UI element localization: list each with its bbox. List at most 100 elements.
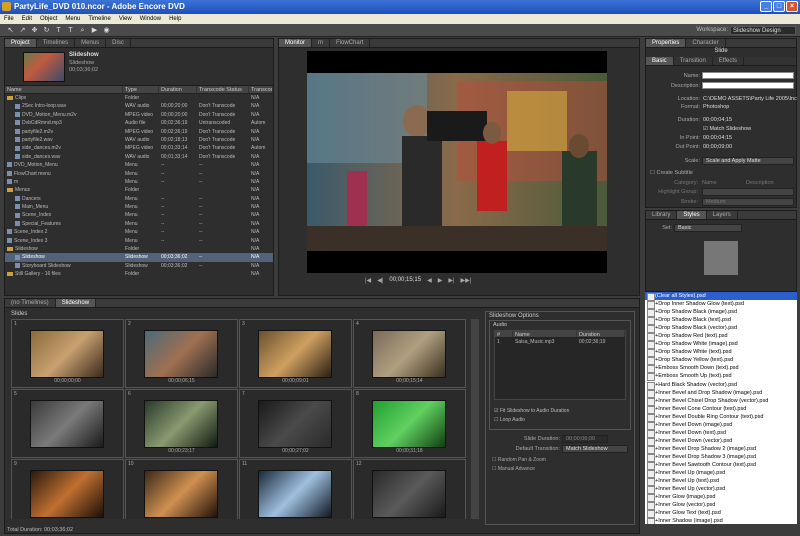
project-row[interactable]: Storyboard Slideshow Slideshow 00;03;36;02…	[5, 262, 273, 270]
style-item[interactable]: +Drop Shadow Black (text).psd	[645, 316, 797, 326]
style-item[interactable]: +Inner Bevel Down (text).psd	[645, 429, 797, 438]
project-row[interactable]: partyfile2.m2v MPEG video 00;02;36;19 Don't…	[5, 128, 273, 136]
style-item[interactable]: +Inner Shadow (image).psd	[645, 517, 797, 524]
project-row[interactable]: Menus Folder N/A	[5, 186, 273, 194]
style-item[interactable]: +Inner Glow Text (text).psd	[645, 509, 797, 519]
project-row[interactable]: Still Gallery - 16 files Folder N/A	[5, 270, 273, 278]
duration-value[interactable]: 00;00;04;15	[703, 117, 732, 123]
vertical-text-tool-icon[interactable]: T	[66, 26, 75, 35]
menu-object[interactable]: Object	[40, 16, 57, 22]
style-item[interactable]: +Drop Shadow Yellow (text).psd	[645, 356, 797, 366]
selection-tool-icon[interactable]: ↖	[6, 26, 15, 35]
style-item[interactable]: +Inner Bevel Chisel Drop Shadow (vector)…	[645, 397, 797, 406]
project-row[interactable]: Dancers Menu -- -- N/A	[5, 195, 273, 203]
project-row[interactable]: side_dances.wav WAV audio 00;01;33;14 Don't…	[5, 153, 273, 161]
style-item[interactable]: +Inner Bevel Up (vector).psd	[645, 485, 797, 495]
slide-cell[interactable]: 8 00;00;31;18	[353, 389, 466, 458]
name-field[interactable]	[702, 72, 794, 79]
style-item[interactable]: (Clear all Styles).psd	[645, 292, 797, 302]
project-row[interactable]: m Menu -- -- N/A	[5, 178, 273, 186]
slide-cell[interactable]: 5	[11, 389, 124, 458]
project-row[interactable]: Slideshow Slideshow 00;03;36;02 -- N/A	[5, 253, 273, 262]
tab-layers[interactable]: Layers	[707, 211, 738, 219]
slide-cell[interactable]: 10	[125, 459, 238, 519]
project-row[interactable]: side_dances.m2v MPEG video 00;01;33;14 Don'…	[5, 144, 273, 152]
project-row[interactable]: partyfile2.wav WAV audio 00;02;18;13 Don't …	[5, 136, 273, 144]
tab-monitor[interactable]: Monitor	[279, 39, 313, 47]
close-button[interactable]: ×	[786, 1, 798, 12]
slide-cell[interactable]: 12	[353, 459, 466, 519]
col-transcode-status[interactable]: Transcode Status	[197, 86, 249, 93]
slide-cell[interactable]: 1 00;00;00;00	[11, 319, 124, 388]
tab-styles[interactable]: Styles	[677, 211, 707, 219]
slide-cell[interactable]: 11	[239, 459, 352, 519]
next-frame-icon[interactable]: ▶|	[448, 277, 454, 284]
style-item[interactable]: +Inner Bevel Drop Shadow 3 (image).psd	[645, 453, 797, 462]
col-transcode[interactable]: Transcode	[249, 86, 273, 93]
go-to-end-icon[interactable]: ▶▶|	[461, 277, 472, 284]
tab-slideshow[interactable]: Slideshow	[55, 299, 97, 307]
fit-to-audio-checkbox[interactable]: ☑ Fit Slideshow to Audio Duration	[494, 408, 569, 414]
step-back-icon[interactable]: ◀|	[377, 277, 383, 284]
project-row[interactable]: Slideshow Folder N/A	[5, 245, 273, 253]
menu-menu[interactable]: Menu	[65, 16, 80, 22]
slide-cell[interactable]: 3 00;00;09;01	[239, 319, 352, 388]
slides-scrollbar[interactable]	[471, 319, 479, 519]
workspace-select[interactable]: Slideshow Design	[730, 26, 796, 35]
style-item[interactable]: +Drop Inner Shadow Glow (text).psd	[645, 300, 797, 310]
default-transition-select[interactable]: Match Slideshow	[562, 445, 628, 453]
out-point-value[interactable]: 00;00;09;00	[703, 144, 732, 150]
tab-character[interactable]: Character	[686, 39, 726, 47]
project-row[interactable]: 2Sec Intro-loop.wav WAV audio 00;00;20;00 D…	[5, 102, 273, 110]
set-select[interactable]: Basic	[674, 224, 742, 232]
direct-select-tool-icon[interactable]: ↗	[18, 26, 27, 35]
minimize-button[interactable]: _	[760, 1, 772, 12]
style-item[interactable]: +Emboss Smooth Up (text).psd	[645, 372, 797, 382]
style-item[interactable]: +Drop Shadow White (image).psd	[645, 340, 797, 350]
scale-select[interactable]: Scale and Apply Matte	[702, 157, 794, 165]
stroke-select[interactable]: Medium	[702, 198, 794, 206]
move-tool-icon[interactable]: ✥	[30, 26, 39, 35]
style-item[interactable]: +Inner Bevel Sawtooth Contour (text).psd	[645, 461, 797, 471]
menu-window[interactable]: Window	[140, 16, 161, 22]
slide-duration-field[interactable]: 00;00;06;00	[562, 435, 608, 443]
tab-disc[interactable]: Disc	[106, 39, 131, 47]
zoom-tool-icon[interactable]: ⌕	[78, 26, 87, 35]
maximize-button[interactable]: □	[773, 1, 785, 12]
menu-timeline[interactable]: Timeline	[88, 16, 110, 22]
style-item[interactable]: +Drop Shadow Black (image).psd	[645, 308, 797, 318]
audio-row[interactable]: 1 Salsa_Music.mp3 00;02;36;19	[495, 338, 625, 346]
go-to-start-icon[interactable]: |◀	[365, 277, 371, 284]
category-radio-description[interactable]: Description	[746, 180, 774, 186]
style-item[interactable]: +Inner Bevel Double Ring Contour (text).…	[645, 413, 797, 422]
description-field[interactable]	[702, 82, 794, 89]
project-row[interactable]: Clips Folder N/A	[5, 94, 273, 102]
tab-flowchart[interactable]: FlowChart	[330, 39, 371, 47]
style-item[interactable]: +Inner Glow (vector).psd	[645, 501, 797, 511]
tab-no-timelines[interactable]: (no Timelines)	[5, 299, 56, 307]
in-point-value[interactable]: 00;00;04;15	[703, 135, 732, 141]
style-item[interactable]: +Inner Bevel Up (image).psd	[645, 469, 797, 479]
slide-cell[interactable]: 7 00;00;27;02	[239, 389, 352, 458]
tab-library[interactable]: Library	[646, 211, 678, 219]
tab-timelines[interactable]: Timelines	[37, 39, 76, 47]
tab-project[interactable]: Project	[5, 39, 37, 47]
preview-icon[interactable]: ▶	[90, 26, 99, 35]
tab-menus[interactable]: Menus	[75, 39, 107, 47]
highlight-group-select[interactable]	[702, 188, 794, 196]
create-subtitle-checkbox[interactable]: ☐ Create Subtitle	[650, 170, 693, 176]
text-tool-icon[interactable]: T	[54, 26, 63, 35]
random-pan-zoom-checkbox[interactable]: ☐ Random Pan & Zoom	[492, 457, 546, 463]
col-duration[interactable]: Duration	[159, 86, 197, 93]
style-item[interactable]: +Inner Bevel Cone Contour (text).psd	[645, 405, 797, 414]
tab-effects[interactable]: Effects	[713, 57, 745, 65]
match-slideshow-checkbox[interactable]: ☑ Match Slideshow	[703, 126, 751, 132]
slide-cell[interactable]: 2 00;00;06;15	[125, 319, 238, 388]
timecode-display[interactable]: 00;00;15;15	[389, 277, 421, 284]
style-item[interactable]: +Emboss Smooth Down (text).psd	[645, 364, 797, 374]
tab-properties[interactable]: Properties	[646, 39, 687, 47]
project-row[interactable]: Scene_Index 3 Menu -- -- N/A	[5, 237, 273, 245]
style-item[interactable]: +Drop Shadow Red (text).psd	[645, 332, 797, 342]
col-type[interactable]: Type	[123, 86, 159, 93]
style-item[interactable]: +Inner Bevel Up (text).psd	[645, 477, 797, 487]
